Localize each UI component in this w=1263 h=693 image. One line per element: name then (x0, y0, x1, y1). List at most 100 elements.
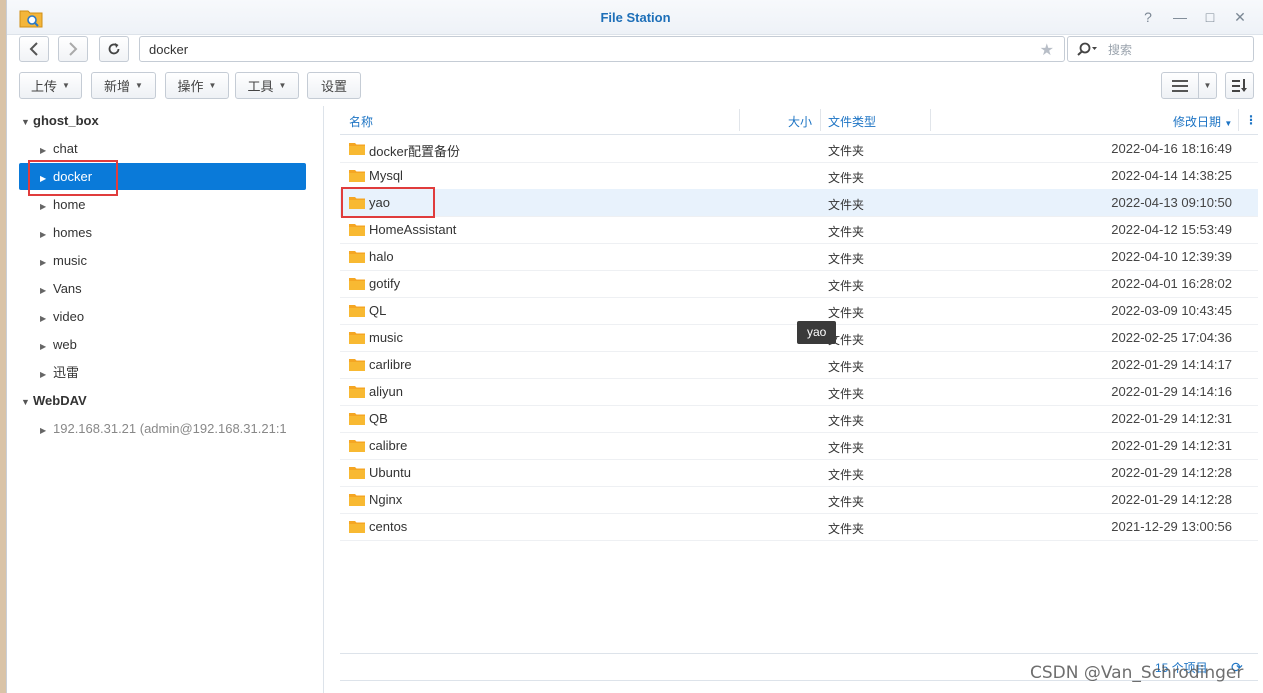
chevron-left-icon (29, 42, 38, 56)
file-type: 文件夹 (828, 171, 865, 185)
expand-right-icon[interactable]: ▶ (40, 221, 53, 248)
folder-tree: ▼ ghost_box ▶ chat ▶ docker ▶ home ▶ homes ▶ m… (7, 106, 324, 693)
file-modified: 2022-04-10 12:39:39 (1111, 249, 1232, 264)
column-modified-label: 修改日期 (1173, 115, 1222, 129)
tree-item-web[interactable]: ▶ web (19, 331, 306, 358)
settings-label: 设置 (320, 79, 347, 94)
expand-right-icon[interactable]: ▶ (40, 333, 53, 360)
close-icon[interactable]: ✕ (1232, 9, 1248, 25)
list-view-button[interactable] (1161, 72, 1199, 99)
tree-item-home[interactable]: ▶ home (19, 191, 306, 218)
file-row[interactable]: calibre 文件夹 2022-01-29 14:12:31 (340, 432, 1258, 460)
file-row[interactable]: carlibre 文件夹 2022-01-29 14:14:17 (340, 351, 1258, 379)
file-row[interactable]: Mysql 文件夹 2022-04-14 14:38:25 (340, 162, 1258, 190)
file-row[interactable]: gotify 文件夹 2022-04-01 16:28:02 (340, 270, 1258, 298)
path-bar[interactable]: docker ★ (139, 36, 1065, 62)
star-icon[interactable]: ★ (1040, 40, 1054, 60)
expand-down-icon[interactable]: ▼ (21, 397, 33, 407)
file-row[interactable]: QB 文件夹 2022-01-29 14:12:31 (340, 405, 1258, 433)
file-type: 文件夹 (828, 495, 865, 509)
tree-item-music[interactable]: ▶ music (19, 247, 306, 274)
expand-right-icon[interactable]: ▶ (40, 193, 53, 220)
expand-right-icon[interactable]: ▶ (40, 249, 53, 276)
search-input[interactable] (1106, 40, 1250, 60)
forward-button[interactable] (58, 36, 88, 62)
file-type: 文件夹 (828, 387, 865, 401)
file-row[interactable]: yao 文件夹 2022-04-13 09:10:50 (340, 189, 1258, 217)
expand-right-icon[interactable]: ▶ (40, 417, 53, 442)
file-name: HomeAssistant (369, 222, 457, 237)
create-button[interactable]: 新增 ▼ (91, 72, 156, 99)
tooltip: yao (797, 321, 837, 344)
help-icon[interactable]: ? (1140, 9, 1156, 25)
file-row[interactable]: Ubuntu 文件夹 2022-01-29 14:12:28 (340, 459, 1258, 487)
tree-root-ghost-box[interactable]: ▼ ghost_box (21, 113, 99, 128)
file-type: 文件夹 (828, 225, 865, 239)
settings-button[interactable]: 设置 (307, 72, 361, 99)
tree-root-webdav[interactable]: ▼ WebDAV (21, 393, 87, 408)
column-divider (820, 109, 821, 131)
column-divider (739, 109, 740, 131)
file-type: 文件夹 (828, 198, 865, 212)
view-dropdown-button[interactable]: ▼ (1198, 72, 1217, 99)
file-row[interactable]: Nginx 文件夹 2022-01-29 14:12:28 (340, 486, 1258, 514)
tree-item-label: video (53, 309, 85, 324)
expand-right-icon[interactable]: ▶ (40, 305, 53, 332)
file-row[interactable]: HomeAssistant 文件夹 2022-04-12 15:53:49 (340, 216, 1258, 244)
file-modified: 2022-03-09 10:43:45 (1111, 303, 1232, 318)
caret-down-icon: ▼ (135, 81, 143, 90)
expand-down-icon[interactable]: ▼ (21, 117, 33, 127)
expand-right-icon[interactable]: ▶ (40, 277, 53, 304)
file-type: 文件夹 (828, 441, 865, 455)
tree-item-video[interactable]: ▶ video (19, 303, 306, 330)
tools-button[interactable]: 工具 ▼ (235, 72, 299, 99)
folder-icon (349, 251, 365, 263)
column-menu-icon[interactable]: ⋮ (1245, 113, 1257, 127)
column-type[interactable]: 文件类型 (828, 113, 876, 130)
column-name[interactable]: 名称 (349, 113, 373, 130)
folder-icon (349, 386, 365, 398)
folder-icon (349, 467, 365, 479)
folder-icon (349, 170, 365, 182)
upload-button[interactable]: 上传 ▼ (19, 72, 82, 99)
action-label: 操作 (177, 79, 204, 94)
tree-item-vans[interactable]: ▶ Vans (19, 275, 306, 302)
file-list: 名称 大小 文件类型 修改日期 ▼ ⋮ docker配置备份 文件夹 2022-04… (340, 106, 1258, 693)
tree-item-homes[interactable]: ▶ homes (19, 219, 306, 246)
tree-item-label: web (53, 337, 77, 352)
folder-icon (349, 224, 365, 236)
tree-item-xunlei[interactable]: ▶ 迅雷 (19, 359, 306, 386)
column-size[interactable]: 大小 (788, 113, 812, 130)
file-row[interactable]: docker配置备份 文件夹 2022-04-16 18:16:49 (340, 135, 1258, 163)
file-modified: 2022-01-29 14:14:16 (1111, 384, 1232, 399)
create-label: 新增 (104, 79, 131, 94)
folder-icon (349, 359, 365, 371)
maximize-icon[interactable]: □ (1202, 9, 1218, 25)
file-modified: 2022-04-16 18:16:49 (1111, 141, 1232, 156)
search-box[interactable] (1067, 36, 1254, 62)
file-name: carlibre (369, 357, 412, 372)
folder-icon (349, 413, 365, 425)
file-name: Ubuntu (369, 465, 411, 480)
file-row[interactable]: halo 文件夹 2022-04-10 12:39:39 (340, 243, 1258, 271)
expand-right-icon[interactable]: ▶ (40, 137, 53, 164)
current-path: docker (149, 42, 189, 57)
tree-item-chat[interactable]: ▶ chat (19, 135, 306, 162)
tree-item-docker[interactable]: ▶ docker (19, 163, 306, 190)
file-name: docker配置备份 (369, 144, 461, 159)
folder-icon (349, 197, 365, 209)
action-button[interactable]: 操作 ▼ (165, 72, 229, 99)
file-row[interactable]: aliyun 文件夹 2022-01-29 14:14:16 (340, 378, 1258, 406)
tree-item-label: chat (53, 141, 78, 156)
expand-right-icon[interactable]: ▶ (40, 165, 53, 192)
tree-item-webdav-server[interactable]: ▶ 192.168.31.21 (admin@192.168.31.21:1 (19, 415, 306, 442)
expand-right-icon[interactable]: ▶ (40, 361, 53, 388)
minimize-icon[interactable]: — (1172, 9, 1188, 25)
file-name: QL (369, 303, 387, 318)
file-row[interactable]: centos 文件夹 2021-12-29 13:00:56 (340, 513, 1258, 541)
refresh-button[interactable] (99, 36, 129, 62)
sort-button[interactable] (1225, 72, 1254, 99)
column-modified[interactable]: 修改日期 ▼ (1173, 113, 1232, 130)
back-button[interactable] (19, 36, 49, 62)
file-modified: 2022-01-29 14:12:28 (1111, 465, 1232, 480)
